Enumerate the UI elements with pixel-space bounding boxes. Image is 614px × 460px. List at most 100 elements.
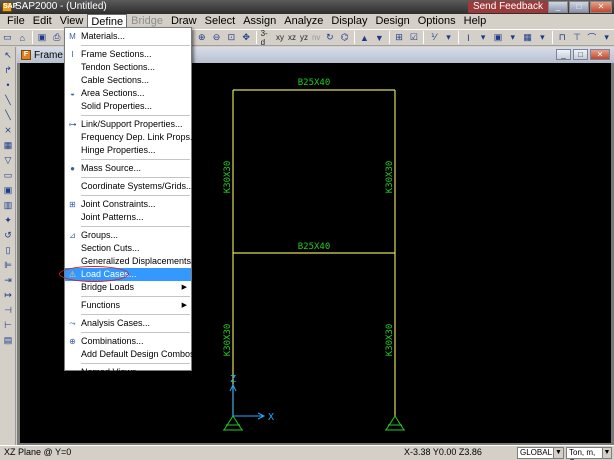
menu-item-named-sets[interactable]: Named Sets ▶ (65, 379, 191, 392)
draw-brace-icon[interactable]: ⨯ (1, 123, 15, 137)
move-up-icon[interactable]: ▲ (358, 31, 371, 44)
snap-point-icon[interactable]: ⇥ (1, 273, 15, 287)
draw-cable-icon[interactable]: ⌒ (585, 31, 598, 44)
quick-area-icon[interactable]: ▣ (1, 183, 15, 197)
view-xy-button[interactable]: xy (274, 33, 286, 42)
menu-item-tendon-sections[interactable]: Tendon Sections... (65, 61, 191, 74)
save-icon[interactable]: ▣ (36, 31, 49, 44)
menu-item-combinations[interactable]: ⊕ Combinations... (65, 335, 191, 348)
draw-special-icon[interactable]: ⊓ (556, 31, 569, 44)
view-yz-button[interactable]: yz (298, 33, 310, 42)
menu-item-solid-properties[interactable]: Solid Properties... (65, 100, 191, 113)
dropdown-arrow-icon[interactable]: ▾ (442, 31, 455, 44)
menu-item-hinge-properties[interactable]: Hinge Properties... (65, 144, 191, 157)
menu-item-area-sections[interactable]: ◒ Area Sections... (65, 87, 191, 100)
draw-point-icon[interactable]: • (1, 78, 15, 92)
pointer-icon[interactable]: ↖ (1, 48, 15, 62)
open-folder-icon[interactable]: ⌂ (16, 31, 29, 44)
menu-item-load-cases[interactable]: ⚠ Load Cases... (59, 266, 191, 282)
draw-frame-icon[interactable]: I (462, 31, 475, 44)
dropdown-arrow-icon[interactable]: ▾ (600, 31, 613, 44)
dropdown-arrow-icon[interactable]: ▾ (477, 31, 490, 44)
menu-item-mass-source[interactable]: ● Mass Source... (65, 162, 191, 175)
menu-item-add-default-design-combos[interactable]: Add Default Design Combos... (65, 348, 202, 361)
menu-draw[interactable]: Draw (167, 14, 201, 28)
menu-display[interactable]: Display (327, 14, 371, 28)
snap-mid-icon[interactable]: ⊣ (1, 303, 15, 317)
menu-item-frequency-dep-link-props[interactable]: Frequency Dep. Link Props... (65, 131, 198, 144)
dropdown-arrow-icon[interactable]: ▾ (506, 31, 519, 44)
menu-file[interactable]: File (3, 14, 29, 28)
draw-link-icon[interactable]: ⊤ (571, 31, 584, 44)
send-feedback-button[interactable]: Send Feedback (467, 1, 548, 13)
grid-icon[interactable]: ⊞ (393, 31, 406, 44)
quick-draw-line-icon[interactable]: ╲ (1, 108, 15, 122)
pan-icon[interactable]: ✥ (240, 31, 253, 44)
snap-perp-icon[interactable]: ▤ (1, 333, 15, 347)
move-down-icon[interactable]: ▼ (373, 31, 386, 44)
view-3d-button[interactable]: 3-d (259, 29, 274, 47)
clear-selection-icon[interactable]: ▯ (1, 243, 15, 257)
units-select[interactable]: Ton, m, C (566, 447, 606, 460)
menu-item-analysis-cases[interactable]: ⤳ Analysis Cases... (65, 317, 191, 330)
new-file-icon[interactable]: ▭ (1, 31, 14, 44)
menu-options[interactable]: Options (414, 14, 460, 28)
snap-end-icon[interactable]: ↦ (1, 288, 15, 302)
menu-item-materials[interactable]: M Materials... (65, 30, 191, 43)
scale-icon[interactable]: ⅟ (427, 31, 440, 44)
menu-analyze[interactable]: Analyze (280, 14, 327, 28)
check-icon[interactable]: ☑ (408, 31, 421, 44)
intersecting-line-icon[interactable]: ⊫ (1, 258, 15, 272)
child-maximize-button[interactable]: □ (573, 49, 588, 60)
draw-area-left-icon[interactable]: ▦ (1, 138, 15, 152)
menu-item-link-support-properties[interactable]: ⊶ Link/Support Properties... (65, 118, 191, 131)
left-lower-column-label: K30X30 (223, 324, 233, 357)
draw-line-icon[interactable]: ╲ (1, 93, 15, 107)
zoom-out-icon[interactable]: ⊖ (210, 31, 223, 44)
dropdown-arrow-icon[interactable]: ▾ (536, 31, 549, 44)
draw-solid-icon[interactable]: ▦ (521, 31, 534, 44)
menu-item-bridge-loads[interactable]: Bridge Loads ▶ (65, 281, 191, 294)
print-icon[interactable]: ⎙ (50, 31, 63, 44)
menu-item-frame-sections[interactable]: I Frame Sections... (65, 48, 191, 61)
select-all-icon[interactable]: ✦ (1, 213, 15, 227)
menu-item-coordinate-systems-grids[interactable]: Coordinate Systems/Grids... (65, 180, 194, 193)
units-dropdown-icon[interactable]: ▼ (602, 447, 612, 459)
menu-design[interactable]: Design (371, 14, 413, 28)
menu-select[interactable]: Select (201, 14, 240, 28)
left-toolbar: ↖ ↱ • ╲ ╲ ⨯ ▦ ▽ ▭ ▣ ▥ ✦ ↺ ▯ ⊫ ⇥ ↦ ⊣ ⊢ ▤ (0, 47, 16, 445)
rotate-icon[interactable]: ↻ (323, 31, 336, 44)
reshape-icon[interactable]: ↱ (1, 63, 15, 77)
minimize-button[interactable]: _ (548, 1, 568, 13)
maximize-button[interactable]: □ (569, 1, 589, 13)
snap-intersect-icon[interactable]: ⊢ (1, 318, 15, 332)
child-close-button[interactable]: ✕ (590, 49, 610, 60)
coord-system-select[interactable]: GLOBAL (517, 447, 554, 459)
menu-define[interactable]: Define (87, 14, 128, 28)
menu-item-named-views[interactable]: Named Views... (65, 366, 191, 379)
menu-item-joint-constraints[interactable]: ⊞ Joint Constraints... (65, 198, 191, 211)
menu-view[interactable]: View (56, 14, 88, 28)
menu-item-cable-sections[interactable]: Cable Sections... (65, 74, 191, 87)
perspective-icon[interactable]: ⌬ (338, 31, 351, 44)
menu-item-joint-patterns[interactable]: Joint Patterns... (65, 211, 191, 224)
zoom-in-icon[interactable]: ⊕ (195, 31, 208, 44)
draw-area-icon[interactable]: ▣ (492, 31, 505, 44)
draw-rect-icon[interactable]: ▭ (1, 168, 15, 182)
menu-help[interactable]: Help (460, 14, 491, 28)
menu-edit[interactable]: Edit (29, 14, 56, 28)
menu-item-functions[interactable]: Functions ▶ (65, 299, 191, 312)
child-minimize-button[interactable]: _ (556, 49, 571, 60)
view-nv-button[interactable]: nv (310, 33, 322, 42)
view-xz-button[interactable]: xz (286, 33, 298, 42)
rubber-band-zoom-icon[interactable]: ⊡ (225, 31, 238, 44)
select-previous-icon[interactable]: ↺ (1, 228, 15, 242)
menu-item-groups[interactable]: ⊿ Groups... (65, 229, 191, 242)
close-button[interactable]: ✕ (590, 1, 612, 13)
coord-system-dropdown-icon[interactable]: ▼ (553, 447, 564, 459)
menu-item-section-cuts[interactable]: Section Cuts... (65, 242, 191, 255)
draw-poly-icon[interactable]: ▽ (1, 153, 15, 167)
menu-assign[interactable]: Assign (239, 14, 280, 28)
menu-bridge[interactable]: Bridge (127, 14, 167, 28)
draw-solid-left-icon[interactable]: ▥ (1, 198, 15, 212)
